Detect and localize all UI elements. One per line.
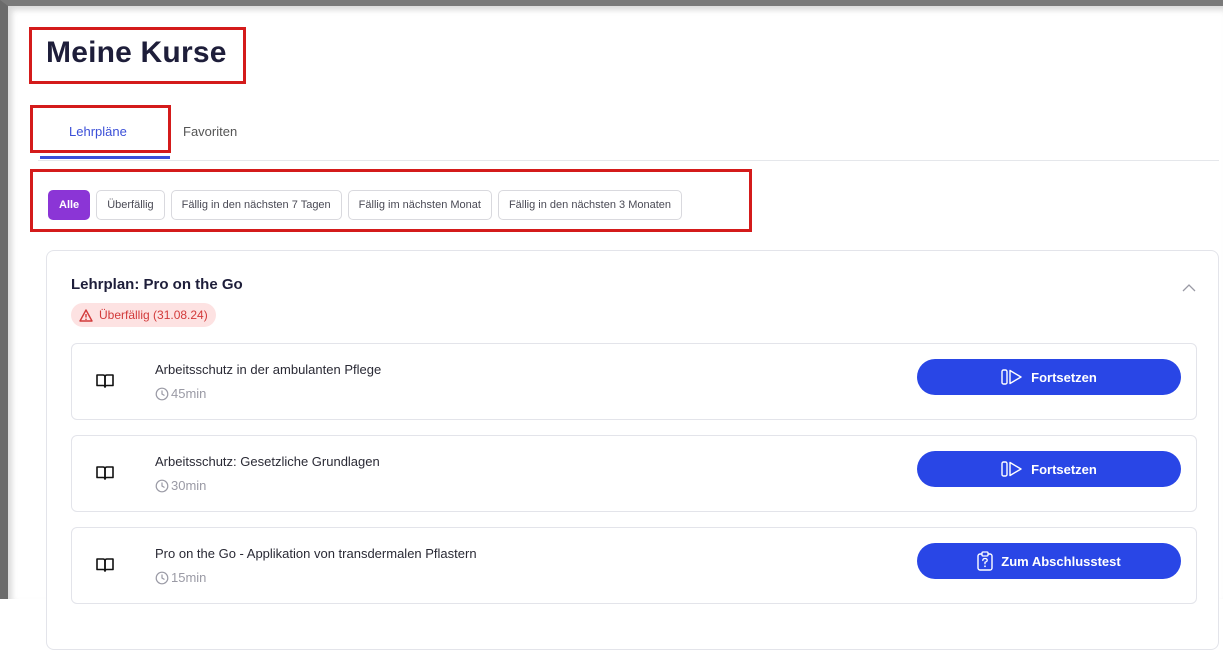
clock-icon [155, 387, 169, 400]
curriculum-title: Lehrplan: Pro on the Go [71, 276, 243, 293]
tab-favoriten[interactable]: Favoriten [183, 124, 237, 139]
course-title: Arbeitsschutz: Gesetzliche Grundlagen [155, 454, 380, 469]
filter-chip-naechster-monat[interactable]: Fällig im nächsten Monat [347, 190, 492, 220]
clock-icon [155, 479, 169, 492]
status-badge: Überfällig (31.08.24) [71, 303, 216, 327]
clock-icon [155, 571, 169, 584]
course-duration-value: 15min [171, 570, 207, 585]
course-duration-value: 30min [171, 478, 207, 493]
filter-chip-alle[interactable]: Alle [48, 190, 91, 220]
clipboard-question-icon [977, 551, 993, 571]
final-test-button-label: Zum Abschlusstest [1001, 553, 1121, 569]
final-test-button[interactable]: Zum Abschlusstest [917, 543, 1181, 579]
tab-bar: Lehrpläne Favoriten [38, 114, 1219, 161]
course-item: Pro on the Go - Applikation von transder… [71, 527, 1197, 604]
book-icon [96, 466, 114, 480]
chevron-up-icon[interactable] [1182, 281, 1196, 295]
tab-lehrplaene[interactable]: Lehrpläne [69, 124, 127, 139]
continue-button[interactable]: Fortsetzen [917, 451, 1181, 487]
page-title: Meine Kurse [46, 36, 227, 69]
continue-button[interactable]: Fortsetzen [917, 359, 1181, 395]
book-icon [96, 374, 114, 388]
active-tab-indicator [40, 156, 170, 159]
continue-button-label: Fortsetzen [1031, 461, 1097, 477]
warning-triangle-icon [79, 308, 93, 322]
course-item: Arbeitsschutz: Gesetzliche Grundlagen 30… [71, 435, 1197, 512]
course-duration: 30min [155, 478, 206, 493]
course-title: Pro on the Go - Applikation von transder… [155, 546, 477, 561]
continue-button-label: Fortsetzen [1031, 369, 1097, 385]
course-title: Arbeitsschutz in der ambulanten Pflege [155, 362, 382, 377]
course-duration: 45min [155, 386, 206, 401]
resume-play-icon [1001, 461, 1022, 477]
filter-chip-ueberfaellig[interactable]: Überfällig [96, 190, 165, 220]
resume-play-icon [1001, 369, 1022, 385]
filter-chip-3-monate[interactable]: Fällig in den nächsten 3 Monaten [497, 190, 683, 220]
app-window: Meine Kurse Lehrpläne Favoriten Alle Übe… [0, 0, 1223, 650]
course-item: Arbeitsschutz in der ambulanten Pflege 4… [71, 343, 1197, 420]
filter-chip-group: Alle Überfällig Fällig in den nächsten 7… [48, 190, 683, 220]
course-duration-value: 45min [171, 386, 207, 401]
course-duration: 15min [155, 570, 206, 585]
curriculum-card: Lehrplan: Pro on the Go Überfällig (31.0… [46, 250, 1219, 650]
status-badge-label: Überfällig (31.08.24) [99, 308, 208, 322]
filter-chip-7-tage[interactable]: Fällig in den nächsten 7 Tagen [170, 190, 342, 220]
book-icon [96, 558, 114, 572]
